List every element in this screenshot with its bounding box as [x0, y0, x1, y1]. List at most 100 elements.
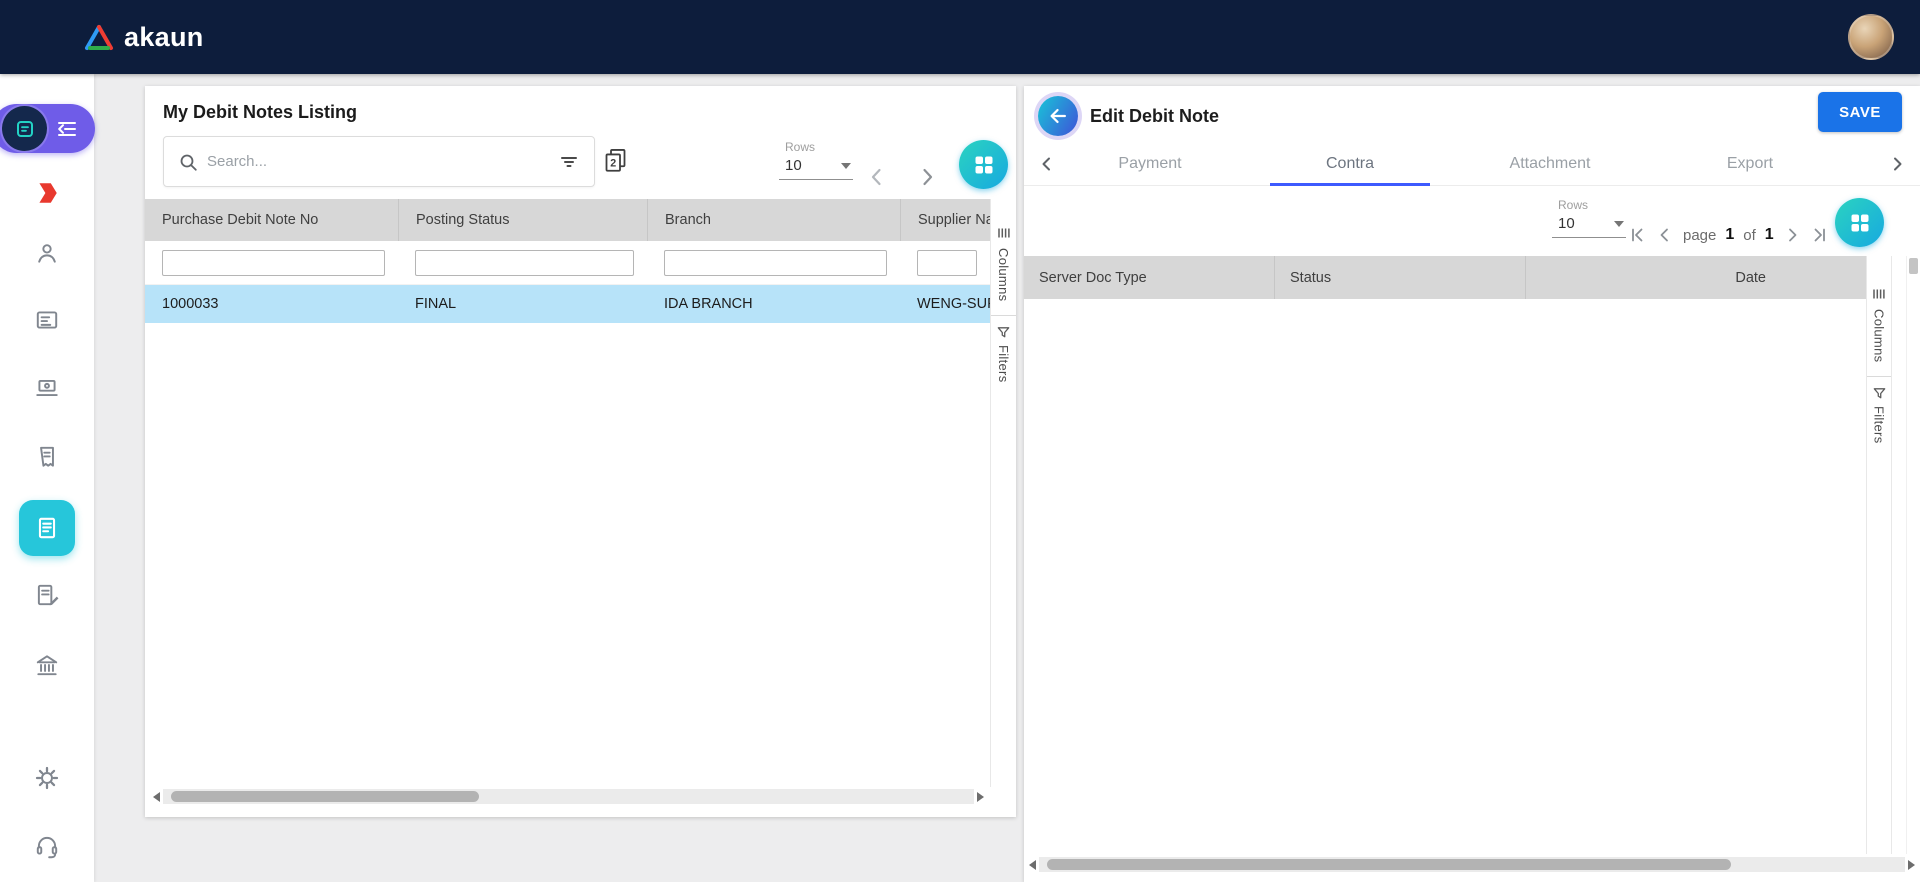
- pager: page 1 of 1: [1629, 226, 1828, 244]
- last-page-icon[interactable]: [1810, 226, 1828, 244]
- grid-view-button[interactable]: [1835, 198, 1884, 247]
- sidebar-item-settings[interactable]: [0, 765, 94, 791]
- tab-export[interactable]: Export: [1650, 142, 1850, 185]
- caret-down-icon: [841, 163, 851, 169]
- rows-label: Rows: [779, 140, 853, 154]
- scrollbar-thumb[interactable]: [1909, 258, 1918, 274]
- table-cell: FINAL: [398, 296, 647, 312]
- total-pages: 1: [1765, 226, 1774, 244]
- scroll-right-arrow[interactable]: [977, 792, 984, 802]
- rows-value: 10: [1558, 215, 1575, 232]
- column-header[interactable]: Status: [1274, 256, 1525, 299]
- prev-page-icon[interactable]: [1656, 226, 1674, 244]
- filter-list-icon[interactable]: [558, 151, 580, 173]
- tab-payment[interactable]: Payment: [1050, 142, 1250, 185]
- rows-label: Rows: [1552, 198, 1626, 212]
- scroll-left-arrow[interactable]: [153, 792, 160, 802]
- sidebar-item-credit-notes[interactable]: [0, 582, 94, 608]
- table-row[interactable]: 1000033 FINAL IDA BRANCH WENG-SUP: [145, 285, 990, 323]
- scroll-right-arrow[interactable]: [1908, 860, 1915, 870]
- headset-icon: [34, 833, 60, 859]
- columns-icon: [996, 225, 1012, 241]
- scroll-left-arrow[interactable]: [1029, 860, 1036, 870]
- filters-toggle[interactable]: Filters: [1872, 406, 1887, 444]
- columns-icon: [1871, 286, 1887, 302]
- sidebar-item-bank[interactable]: [0, 652, 94, 678]
- debit-notes-table: Purchase Debit Note No Posting Status Br…: [145, 199, 990, 323]
- table-side-strip: Columns Filters: [990, 199, 1016, 787]
- panel-title: Edit Debit Note: [1090, 106, 1219, 127]
- table-side-strip: Columns Filters: [1866, 256, 1892, 854]
- back-button[interactable]: [1038, 96, 1078, 136]
- active-nav-tile: [19, 500, 75, 556]
- sidebar-item-receipts[interactable]: [0, 444, 94, 470]
- sidebar-item-red-module[interactable]: [0, 180, 94, 206]
- filter-funnel-icon: [1872, 386, 1887, 401]
- search-icon: [178, 152, 198, 172]
- next-page-icon[interactable]: [915, 165, 939, 189]
- column-header[interactable]: Supplier Na: [900, 199, 990, 241]
- column-header[interactable]: Purchase Debit Note No: [145, 199, 398, 241]
- sidebar-item-support[interactable]: [0, 833, 94, 859]
- sidebar-item-debit-notes[interactable]: [0, 500, 94, 556]
- rows-per-page-select[interactable]: 10: [1552, 212, 1626, 238]
- tabs-scroll-right-icon[interactable]: [1888, 155, 1906, 173]
- svg-text:2: 2: [610, 157, 616, 169]
- sidebar-item-workstation[interactable]: [0, 375, 94, 401]
- invoice-icon: [34, 515, 60, 541]
- search-input[interactable]: [207, 153, 549, 170]
- duplicate-icon[interactable]: 2: [602, 146, 629, 173]
- column-filter-input[interactable]: [415, 250, 634, 276]
- grid-view-button[interactable]: [959, 140, 1008, 189]
- rows-per-page-select[interactable]: 10: [779, 154, 853, 180]
- column-filter-input[interactable]: [162, 250, 385, 276]
- horizontal-scrollbar: [1029, 856, 1915, 873]
- rows-per-page-control: Rows 10: [779, 140, 853, 180]
- first-page-icon[interactable]: [1629, 226, 1647, 244]
- page-title: My Debit Notes Listing: [163, 102, 357, 123]
- topbar: akaun: [0, 0, 1920, 74]
- strip-divider: [1867, 376, 1891, 377]
- column-filter-input[interactable]: [917, 250, 977, 276]
- column-header[interactable]: Branch: [647, 199, 900, 241]
- tab-contra[interactable]: Contra: [1250, 142, 1450, 185]
- grid-icon: [1849, 212, 1871, 234]
- gear-icon: [34, 765, 60, 791]
- next-page-icon[interactable]: [1783, 226, 1801, 244]
- table-header-row: Purchase Debit Note No Posting Status Br…: [145, 199, 990, 241]
- page-word: page: [1683, 227, 1716, 244]
- column-filter-input[interactable]: [664, 250, 887, 276]
- laptop-icon: [34, 375, 60, 401]
- vertical-scrollbar: [1906, 256, 1920, 854]
- filters-toggle[interactable]: Filters: [996, 345, 1011, 383]
- tab-attachment[interactable]: Attachment: [1450, 142, 1650, 185]
- rows-value: 10: [785, 157, 802, 174]
- debit-notes-listing-panel: My Debit Notes Listing 2 Rows 10: [145, 86, 1016, 817]
- collapse-menu-icon: [56, 118, 78, 140]
- save-button[interactable]: SAVE: [1818, 92, 1902, 132]
- rows-per-page-control: Rows 10: [1552, 198, 1626, 238]
- brand-logo[interactable]: akaun: [84, 0, 204, 74]
- table-cell: IDA BRANCH: [647, 296, 900, 312]
- person-icon: [34, 240, 60, 266]
- column-header[interactable]: Posting Status: [398, 199, 647, 241]
- sidebar-item-contacts[interactable]: [0, 240, 94, 266]
- scrollbar-thumb[interactable]: [171, 791, 479, 802]
- columns-toggle[interactable]: Columns: [1872, 309, 1887, 362]
- workspace-badge[interactable]: [2, 106, 47, 151]
- menu-toggle[interactable]: [0, 104, 95, 153]
- arrow-back-icon: [1047, 105, 1069, 127]
- invoice-edit-icon: [34, 582, 60, 608]
- of-word: of: [1743, 227, 1756, 244]
- red-module-icon: [34, 180, 60, 206]
- table-filter-row: [145, 241, 990, 285]
- edit-debit-note-panel: Edit Debit Note SAVE Payment Contra Atta…: [1024, 86, 1920, 882]
- column-header[interactable]: Date: [1525, 256, 1866, 299]
- prev-page-icon[interactable]: [865, 165, 889, 189]
- brand-triangle-icon: [84, 24, 114, 51]
- column-header[interactable]: Server Doc Type: [1024, 256, 1274, 299]
- columns-toggle[interactable]: Columns: [996, 248, 1011, 301]
- sidebar-item-listing[interactable]: [0, 307, 94, 333]
- scrollbar-thumb[interactable]: [1047, 859, 1731, 870]
- user-avatar[interactable]: [1848, 14, 1894, 60]
